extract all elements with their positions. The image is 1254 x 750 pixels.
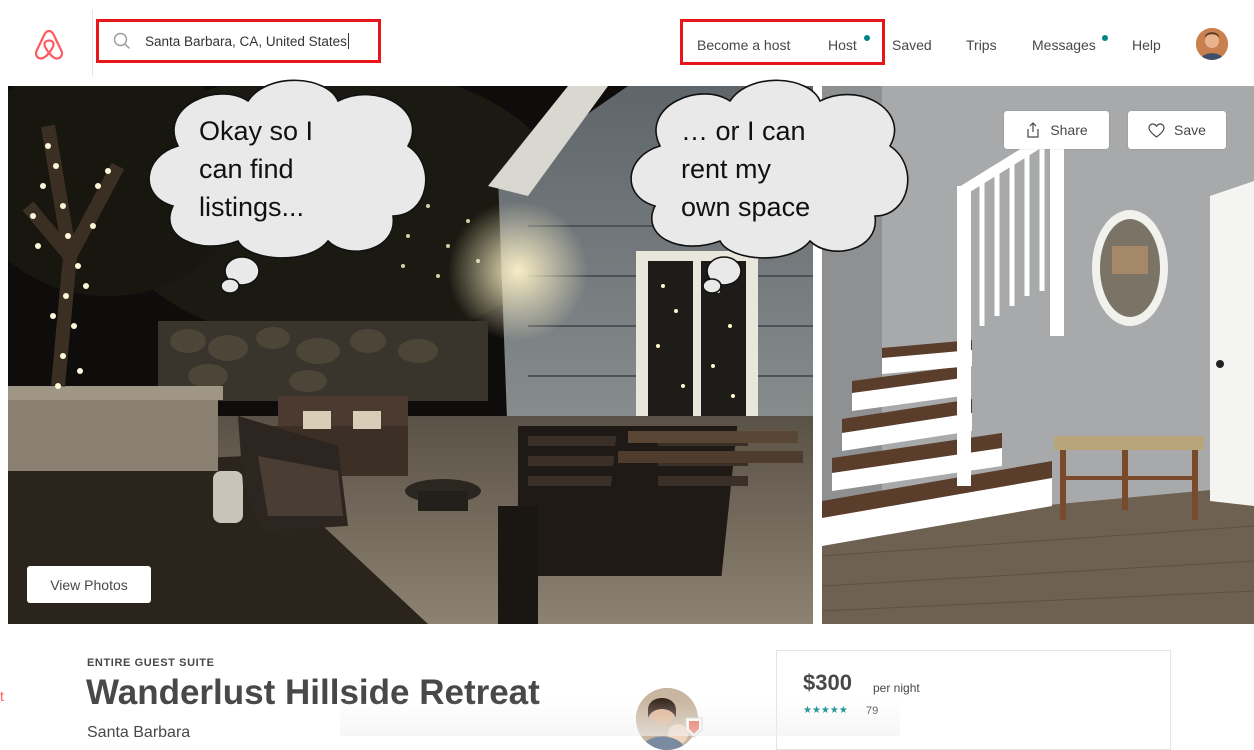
price: $300: [803, 670, 852, 695]
search-icon: [113, 32, 130, 49]
nav-host[interactable]: Host: [828, 37, 857, 53]
heart-icon: [1148, 122, 1165, 138]
search-input[interactable]: Santa Barbara, CA, United States: [145, 34, 347, 49]
nav-saved[interactable]: Saved: [892, 37, 932, 53]
bubble-right-line-3: own space: [681, 192, 811, 222]
user-avatar[interactable]: [1196, 28, 1228, 60]
cropped-edge-glyph: t: [0, 688, 4, 704]
nav-trips[interactable]: Trips: [966, 37, 997, 53]
bubble-left-line-2: can find: [199, 154, 294, 184]
nav-messages[interactable]: Messages: [1032, 37, 1096, 53]
share-icon: [1027, 122, 1039, 138]
user-avatar-image: [1196, 28, 1228, 60]
bottom-fade-overlay: [340, 700, 900, 736]
save-label: Save: [1174, 122, 1206, 138]
listing-type: ENTIRE GUEST SUITE: [87, 657, 215, 669]
nav-help[interactable]: Help: [1132, 37, 1161, 53]
share-button[interactable]: Share: [1004, 111, 1109, 149]
text-cursor: [347, 33, 349, 49]
bubble-right-line-2: rent my: [681, 154, 772, 184]
host-notification-dot: [864, 35, 870, 41]
search-box[interactable]: Santa Barbara, CA, United States: [96, 19, 381, 63]
save-button[interactable]: Save: [1128, 111, 1226, 149]
bubble-left-line-1: Okay so I: [199, 116, 314, 146]
share-label: Share: [1050, 122, 1088, 138]
view-photos-label: View Photos: [50, 576, 128, 593]
airbnb-logo-icon[interactable]: [32, 28, 66, 62]
nav-become-host[interactable]: Become a host: [697, 37, 790, 53]
bubble-left-line-3: listings...: [199, 192, 305, 222]
bubble-right-line-1: … or I can: [681, 116, 806, 146]
top-navigation-bar: Santa Barbara, CA, United States Become …: [0, 0, 1254, 86]
view-photos-button[interactable]: View Photos: [27, 566, 151, 603]
thought-bubble-right-text: … or I can rent my own space: [681, 112, 810, 226]
logo-divider: [92, 10, 93, 76]
messages-notification-dot: [1102, 35, 1108, 41]
per-night-label: per night: [873, 681, 920, 695]
thought-bubble-left-text: Okay so I can find listings...: [199, 112, 313, 226]
listing-city[interactable]: Santa Barbara: [87, 724, 190, 742]
